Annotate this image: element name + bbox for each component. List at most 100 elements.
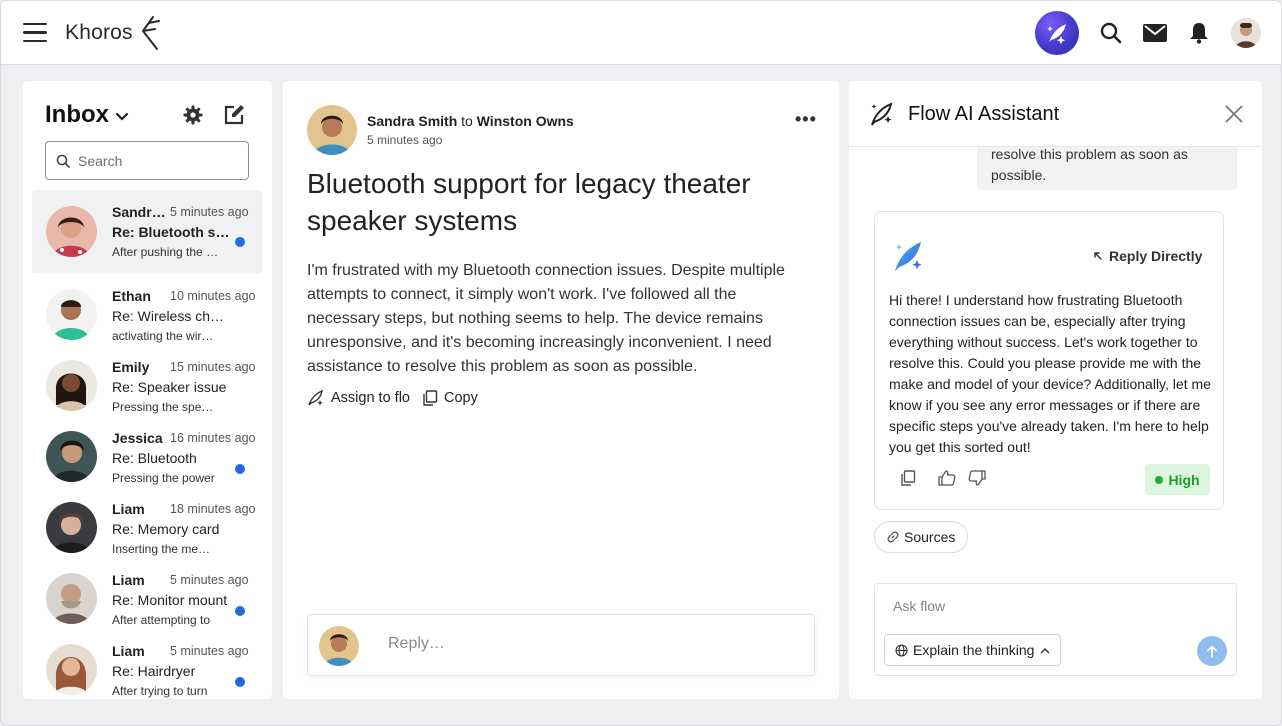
close-icon[interactable] bbox=[1224, 104, 1244, 124]
unread-indicator bbox=[235, 606, 245, 616]
arrow-up-icon bbox=[1207, 645, 1217, 658]
avatar bbox=[46, 502, 97, 553]
message-subject: Re: Wireless charging bbox=[112, 308, 230, 324]
message-preview: Pressing the power bbox=[112, 471, 215, 485]
inbox-header[interactable]: Inbox bbox=[45, 101, 129, 129]
more-options-icon[interactable]: ••• bbox=[795, 109, 817, 130]
message-item[interactable]: Liam 5 minutes ago Re: Monitor mount Aft… bbox=[32, 569, 262, 640]
message-time: 5 minutes ago bbox=[170, 573, 249, 587]
assign-label: Assign to flo bbox=[331, 390, 410, 406]
sources-button[interactable]: Sources bbox=[874, 521, 969, 553]
sources-label: Sources bbox=[904, 529, 956, 545]
reply-directly-label: Reply Directly bbox=[1109, 248, 1203, 264]
thumbs-down-icon[interactable] bbox=[968, 470, 986, 486]
ai-response-card: Reply Directly Hi there! I understand ho… bbox=[874, 211, 1224, 510]
feather-sparkle-icon bbox=[1047, 24, 1066, 45]
bell-icon[interactable] bbox=[1187, 21, 1211, 45]
flow-ai-icon bbox=[895, 242, 922, 271]
message-time: 16 minutes ago bbox=[170, 431, 256, 445]
message-subject: Re: Bluetooth bbox=[112, 450, 197, 466]
avatar bbox=[46, 206, 97, 257]
message-list: Sandra Smith 5 minutes ago Re: Bluetooth… bbox=[32, 190, 262, 699]
compose-icon[interactable] bbox=[223, 104, 245, 126]
inbox-panel: Inbox Sandra Smith 5 mi bbox=[23, 81, 272, 699]
user-message-bubble: resolve this problem as soon as possible… bbox=[977, 147, 1237, 190]
arrow-up-left-icon bbox=[1094, 252, 1102, 260]
copy-button[interactable]: Copy bbox=[422, 390, 478, 406]
reply-input[interactable] bbox=[388, 635, 788, 653]
message-sender: Sandra Smith bbox=[112, 204, 168, 220]
sender-name[interactable]: Sandra Smith bbox=[367, 113, 457, 129]
ask-flow-input[interactable] bbox=[893, 598, 1193, 614]
mail-icon[interactable] bbox=[1143, 21, 1167, 45]
reply-composer[interactable] bbox=[307, 614, 815, 676]
ask-flow-composer[interactable]: Explain the thinking bbox=[874, 583, 1237, 676]
message-sender: Liam bbox=[112, 572, 145, 588]
message-item[interactable]: Jessica 16 minutes ago Re: Bluetooth Pre… bbox=[32, 427, 262, 498]
message-sender: Emily bbox=[112, 359, 150, 375]
message-item[interactable]: Ethan 10 minutes ago Re: Wireless chargi… bbox=[32, 285, 262, 356]
message-preview: After pushing the button bbox=[112, 245, 220, 259]
inbox-search[interactable] bbox=[45, 141, 249, 180]
unread-indicator bbox=[235, 677, 245, 687]
ai-panel-header: Flow AI Assistant bbox=[849, 81, 1262, 147]
conversation-body: I'm frustrated with my Bluetooth connect… bbox=[307, 262, 785, 375]
send-button[interactable] bbox=[1197, 636, 1227, 666]
avatar bbox=[46, 431, 97, 482]
copy-icon bbox=[423, 390, 438, 406]
ai-response-actions bbox=[900, 470, 1008, 486]
message-item[interactable]: Emily 15 minutes ago Re: Speaker issue P… bbox=[32, 356, 262, 427]
message-subject: Re: Hairdryer bbox=[112, 663, 196, 679]
message-time: 18 minutes ago bbox=[170, 502, 256, 516]
to-word: to bbox=[461, 113, 473, 129]
assign-to-flo-button[interactable]: Assign to flo bbox=[307, 389, 410, 407]
reply-directly-button[interactable]: Reply Directly bbox=[1093, 248, 1202, 264]
message-item[interactable]: Liam 18 minutes ago Re: Memory card Inse… bbox=[32, 498, 262, 569]
menu-icon[interactable] bbox=[23, 23, 47, 43]
conversation-actions: Assign to flo Copy bbox=[307, 389, 490, 407]
user-message-text: resolve this problem as soon as possible… bbox=[991, 147, 1188, 183]
message-item[interactable]: Liam 5 minutes ago Re: Hairdryer After t… bbox=[32, 640, 262, 699]
link-icon bbox=[887, 531, 899, 543]
globe-icon bbox=[895, 643, 908, 657]
avatar bbox=[307, 105, 357, 155]
brand-name: Khoros bbox=[65, 21, 133, 44]
copy-icon[interactable] bbox=[900, 470, 916, 486]
copy-label: Copy bbox=[444, 390, 478, 406]
status-dot bbox=[1155, 475, 1164, 484]
recipient-name[interactable]: Winston Owns bbox=[477, 113, 574, 129]
ai-assistant-button[interactable] bbox=[1035, 11, 1079, 55]
search-input[interactable] bbox=[78, 152, 238, 169]
ai-assistant-panel: resolve this problem as soon as possible… bbox=[849, 81, 1262, 699]
user-avatar[interactable] bbox=[1231, 18, 1261, 48]
message-item[interactable]: Sandra Smith 5 minutes ago Re: Bluetooth… bbox=[32, 190, 262, 273]
avatar bbox=[46, 644, 97, 695]
message-time: 15 minutes ago bbox=[170, 360, 256, 374]
search-icon[interactable] bbox=[1099, 21, 1123, 45]
thinking-mode-select[interactable]: Explain the thinking bbox=[884, 634, 1062, 666]
message-preview: activating the wireless bbox=[112, 329, 220, 343]
gear-icon[interactable] bbox=[183, 105, 203, 125]
message-preview: After attempting to bbox=[112, 613, 211, 627]
message-preview: Pressing the speaker bbox=[112, 400, 220, 414]
message-subject: Re: Speaker issue bbox=[112, 379, 227, 395]
confidence-label: High bbox=[1168, 471, 1200, 488]
unread-indicator bbox=[235, 237, 245, 247]
message-sender: Liam bbox=[112, 501, 145, 517]
message-subject: Re: Monitor mount bbox=[112, 592, 228, 608]
conversation-participants: Sandra Smith to Winston Owns bbox=[367, 113, 574, 129]
conversation-title: Bluetooth support for legacy theater spe… bbox=[307, 168, 751, 236]
chevron-up-icon bbox=[1041, 647, 1050, 653]
thumbs-up-icon[interactable] bbox=[938, 470, 956, 486]
avatar bbox=[46, 289, 97, 340]
brand-mark-icon bbox=[141, 16, 160, 50]
message-preview: Inserting the memory bbox=[112, 542, 220, 556]
top-bar: Khoros bbox=[1, 1, 1281, 65]
brand-logo[interactable]: Khoros bbox=[65, 15, 161, 51]
ai-response-text: Hi there! I understand how frustrating B… bbox=[889, 292, 1211, 455]
message-sender: Jessica bbox=[112, 430, 163, 446]
feather-sparkle-icon bbox=[308, 389, 323, 406]
search-icon bbox=[56, 154, 70, 168]
conversation-time: 5 minutes ago bbox=[367, 133, 443, 147]
top-actions bbox=[1035, 11, 1261, 55]
